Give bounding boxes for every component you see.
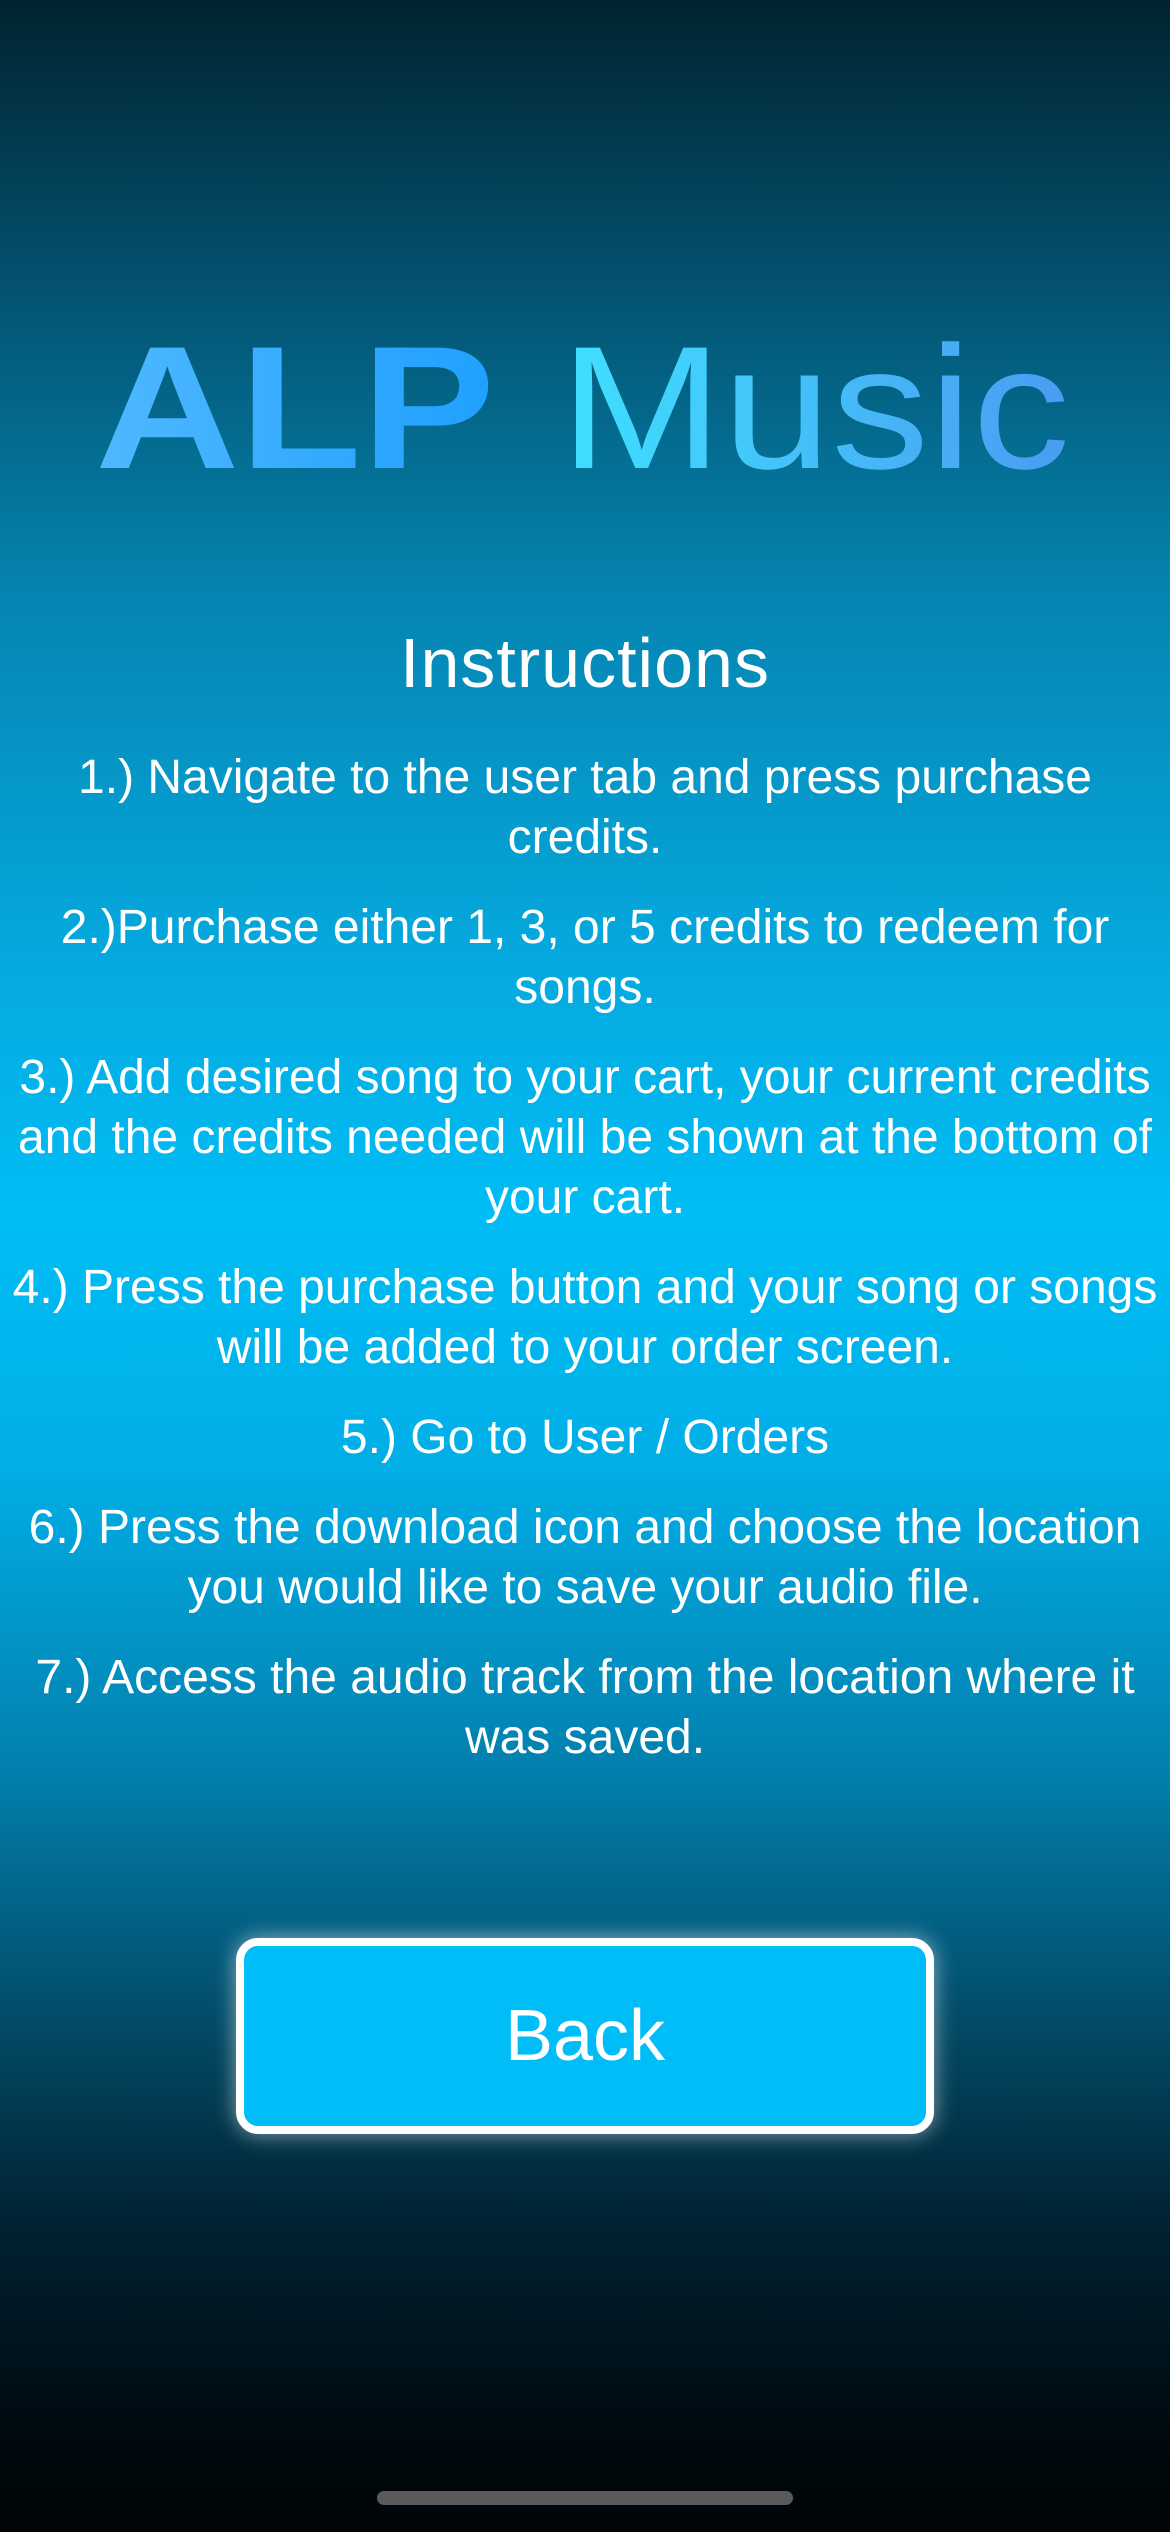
instructions-list: 1.) Navigate to the user tab and press p… — [10, 748, 1160, 1798]
logo-text-light: Music — [560, 318, 1070, 488]
back-button[interactable]: Back — [236, 1938, 934, 2134]
logo-text-bold: ALP — [95, 318, 495, 488]
back-button-label: Back — [504, 1996, 666, 2076]
instruction-step-7: 7.) Access the audio track from the loca… — [35, 1651, 1135, 1764]
instruction-step-1: 1.) Navigate to the user tab and press p… — [78, 751, 1092, 864]
page-title: Instructions — [400, 624, 770, 702]
instruction-step-4: 4.) Press the purchase button and your s… — [12, 1261, 1158, 1374]
instruction-step-6: 6.) Press the download icon and choose t… — [28, 1501, 1142, 1614]
instruction-step-2: 2.)Purchase either 1, 3, or 5 credits to… — [60, 901, 1110, 1014]
instruction-step-3: 3.) Add desired song to your cart, your … — [17, 1051, 1153, 1224]
app-logo: ALP Music — [0, 318, 1170, 488]
instruction-step-5: 5.) Go to User / Orders — [340, 1411, 830, 1464]
home-indicator[interactable] — [377, 2491, 793, 2505]
